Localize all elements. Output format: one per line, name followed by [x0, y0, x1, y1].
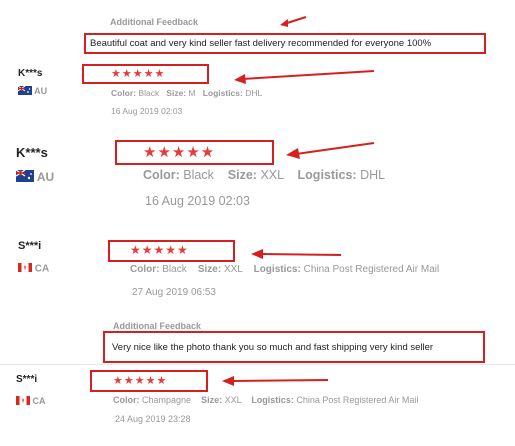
australia-flag-icon — [17, 85, 32, 97]
canada-flag-icon — [17, 262, 33, 275]
feedback-text: Beautiful coat and very kind seller fast… — [90, 38, 432, 49]
review-date: 16 Aug 2019 02:03 — [111, 106, 183, 116]
reviewer-country: AU — [15, 169, 54, 185]
reviewer-name: S***i — [18, 240, 42, 252]
reviewer-country: CA — [17, 262, 49, 275]
star-rating: ★★★★★ — [130, 243, 189, 257]
annotation-arrow-icon — [286, 142, 375, 159]
star-rating: ★★★★★ — [143, 144, 216, 161]
reviewer-name: K***s — [16, 145, 48, 160]
divider — [0, 364, 515, 365]
reviewer-country: CA — [15, 395, 46, 407]
reviewer-name: K***s — [18, 68, 43, 79]
additional-feedback-label: Additional Feedback — [113, 321, 202, 331]
review-meta: Color: Black Size: XXL Logistics: DHL — [143, 168, 386, 182]
review-meta: Color: Black Size: M Logistics: DHL — [111, 88, 263, 98]
star-rating: ★★★★★ — [111, 68, 166, 80]
additional-feedback-label: Additional Feedback — [110, 17, 199, 27]
review-meta: Color: Champagne Size: XXL Logistics: Ch… — [113, 395, 419, 405]
australia-flag-icon — [15, 169, 34, 185]
feedback-text: Very nice like the photo thank you so mu… — [112, 342, 434, 353]
star-rating: ★★★★★ — [113, 375, 168, 387]
review-meta: Color: Black Size: XXL Logistics: China … — [130, 264, 440, 275]
reviewer-country: AU — [17, 85, 47, 97]
annotation-arrow-icon — [251, 249, 342, 259]
review-date: 27 Aug 2019 06:53 — [132, 287, 216, 298]
annotation-arrow-icon — [234, 70, 375, 84]
canada-flag-icon — [15, 395, 31, 407]
review-date: 24 Aug 2019 23:28 — [115, 414, 191, 424]
annotation-arrow-icon — [222, 376, 329, 386]
review-date: 16 Aug 2019 02:03 — [145, 194, 250, 208]
reviewer-name: S***i — [16, 374, 38, 385]
annotation-arrow-icon — [280, 16, 307, 27]
